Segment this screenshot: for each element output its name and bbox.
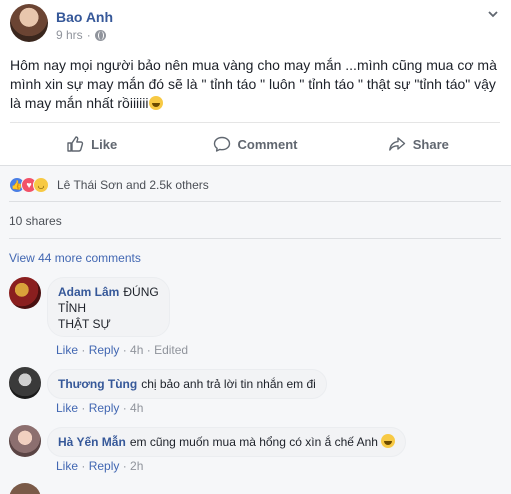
comment-text: THẬT SỰ xyxy=(58,317,111,331)
commenter-avatar[interactable] xyxy=(9,277,41,309)
chevron-down-icon[interactable] xyxy=(487,8,499,20)
feedback-section: 👍 ♥ ◡ Lê Thái Sơn and 2.5k others 10 sha… xyxy=(0,165,511,494)
post-timestamp[interactable]: 9 hrs xyxy=(56,28,83,42)
comment-time[interactable]: 4h xyxy=(130,401,143,415)
reaction-icons: 👍 ♥ ◡ xyxy=(9,177,49,193)
comment-bubble: Adam Lâm ĐÚNG TỈNH THẬT SỰ xyxy=(47,277,170,337)
comment-time[interactable]: 4h xyxy=(130,343,143,357)
share-button[interactable]: Share xyxy=(337,123,500,165)
like-label: Like xyxy=(91,136,118,152)
speech-bubble-icon xyxy=(213,136,230,152)
share-arrow-icon xyxy=(388,137,405,151)
comment-button[interactable]: Comment xyxy=(173,123,336,165)
comment-text: chị bảo anh trả lời tin nhắn em đi xyxy=(141,377,316,391)
post-author-name[interactable]: Bao Anh xyxy=(56,9,113,25)
post-action-bar: Like Comment Share xyxy=(10,122,500,165)
post-text: Hôm nay mọi người bảo nên mua vàng cho m… xyxy=(10,56,502,113)
meta-separator: · xyxy=(86,28,91,42)
author-avatar[interactable] xyxy=(10,4,48,42)
comment-text: TỈNH xyxy=(58,301,86,315)
comment-bubble: Thương Tùng chị bảo anh trả lời tin nhắn … xyxy=(47,369,327,399)
shares-count[interactable]: 10 shares xyxy=(9,214,62,228)
thumbs-up-icon xyxy=(67,136,84,152)
like-button[interactable]: Like xyxy=(10,123,173,165)
commenter-avatar[interactable] xyxy=(9,367,41,399)
post-card: Bao Anh 9 hrs · Hôm nay mọi người bảo nê… xyxy=(0,0,511,170)
share-label: Share xyxy=(412,136,449,152)
comment-reply-link[interactable]: Reply xyxy=(89,343,120,357)
comment-bubble: Hà Yến Mẫn em cũng muốn mua mà hổng có xì… xyxy=(47,427,407,457)
post-meta: 9 hrs · xyxy=(56,28,106,42)
comment-reply-link[interactable]: Reply xyxy=(89,459,120,473)
comment-text: ĐÚNG xyxy=(123,285,159,299)
laughing-emoji-icon xyxy=(148,96,163,110)
commenter-name[interactable]: Hà Yến Mẫn xyxy=(58,435,126,449)
comment-actions: Like · Reply · 4h xyxy=(56,401,144,415)
comment-like-link[interactable]: Like xyxy=(56,401,78,415)
haha-reaction-icon: ◡ xyxy=(33,177,49,193)
comment-label: Comment xyxy=(237,136,298,152)
comment-actions: Like · Reply · 4h · Edited xyxy=(56,343,189,357)
post-text-body: Hôm nay mọi người bảo nên mua vàng cho m… xyxy=(10,57,497,111)
view-more-comments-link[interactable]: View 44 more comments xyxy=(9,251,141,265)
comment-line: Adam Lâm ĐÚNG xyxy=(58,284,159,300)
reaction-summary[interactable]: 👍 ♥ ◡ Lê Thái Sơn and 2.5k others xyxy=(9,177,209,193)
comment-time[interactable]: 2h xyxy=(130,459,143,473)
comment-like-link[interactable]: Like xyxy=(56,459,78,473)
comment-like-link[interactable]: Like xyxy=(56,343,78,357)
comment-actions: Like · Reply · 2h xyxy=(56,459,144,473)
comment-edited: Edited xyxy=(154,343,189,357)
divider xyxy=(9,238,501,239)
divider xyxy=(9,201,501,202)
commenter-avatar[interactable] xyxy=(9,425,41,457)
laughing-emoji-icon xyxy=(381,434,396,448)
commenter-avatar[interactable] xyxy=(9,483,41,494)
comment-reply-link[interactable]: Reply xyxy=(89,401,120,415)
comment-text: em cũng muốn mua mà hổng có xìn ắ chế An… xyxy=(129,435,378,449)
commenter-name[interactable]: Adam Lâm xyxy=(58,285,119,299)
globe-icon xyxy=(94,29,106,41)
reactors-text[interactable]: Lê Thái Sơn and 2.5k others xyxy=(57,178,209,192)
commenter-name[interactable]: Thương Tùng xyxy=(58,377,137,391)
